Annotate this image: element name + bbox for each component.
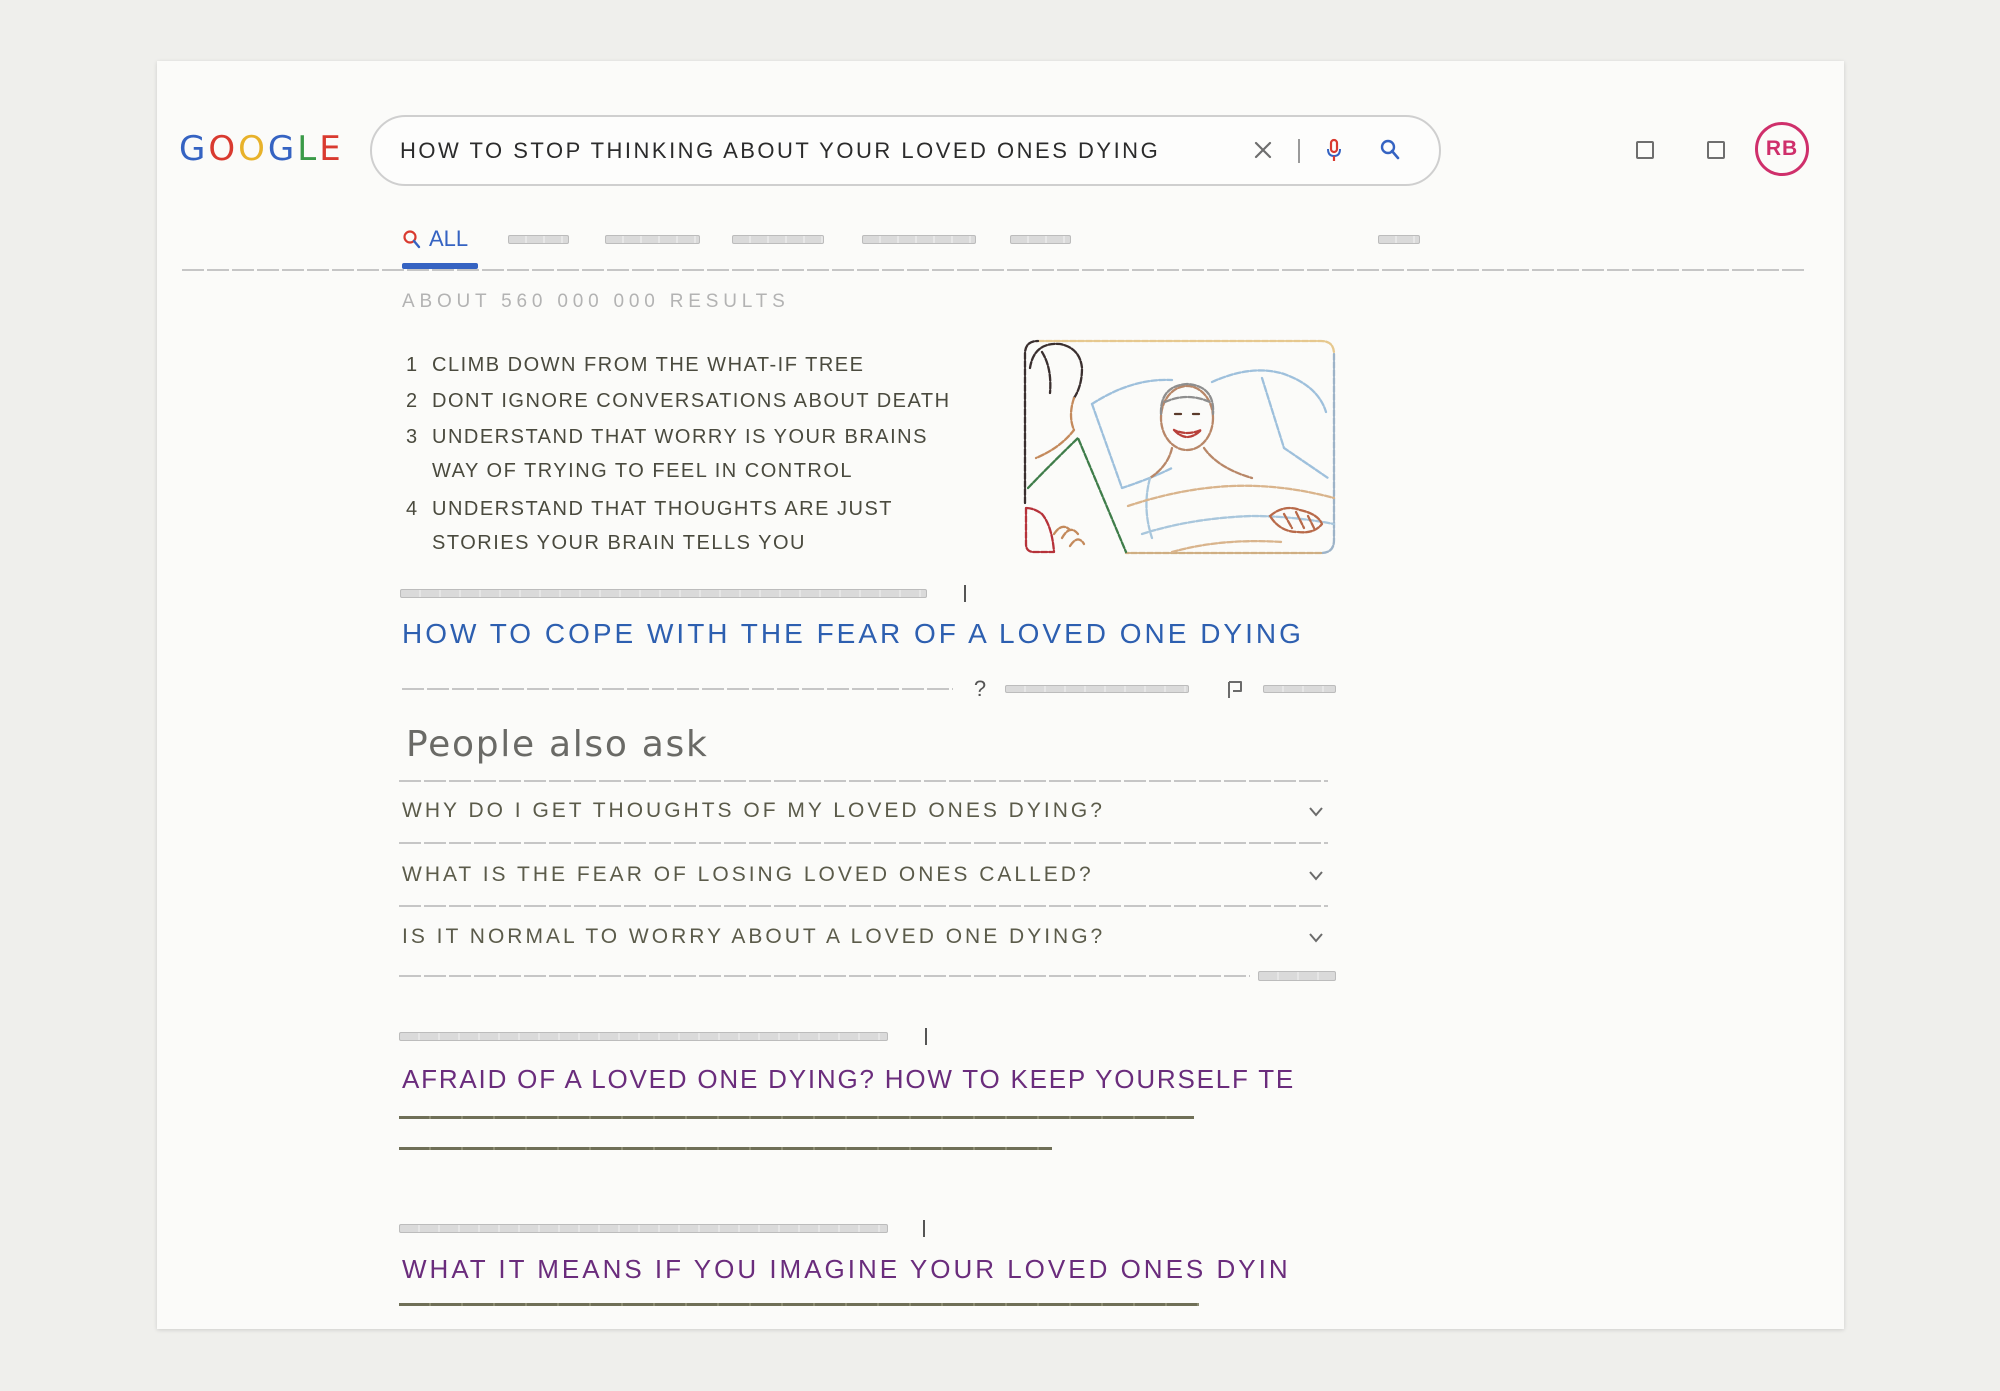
chevron-down-icon[interactable] (1306, 927, 1326, 947)
list-text: UNDERSTAND THAT WORRY IS YOUR BRAINS (432, 426, 928, 448)
search-divider (1298, 139, 1300, 163)
paa-feedback-placeholder[interactable] (1258, 971, 1336, 981)
logo-letter: E (319, 129, 344, 169)
search-icon (402, 229, 422, 249)
pillow-outline (1090, 369, 1330, 490)
search-box[interactable]: HOW TO STOP THINKING ABOUT YOUR LOVED ON… (370, 115, 1441, 186)
result-url-placeholder (399, 1224, 888, 1233)
paa-question[interactable]: WHY DO I GET THOUGHTS OF MY LOVED ONES D… (402, 796, 1105, 826)
tab-placeholder[interactable] (508, 235, 569, 244)
list-text: UNDERSTAND THAT THOUGHTS ARE JUST (432, 498, 894, 520)
result-options-icon[interactable] (923, 1220, 925, 1237)
close-icon[interactable] (1251, 138, 1275, 162)
paa-question[interactable]: WHAT IS THE FEAR OF LOSING LOVED ONES CA… (402, 860, 1094, 890)
paa-divider (399, 975, 1250, 977)
snippet-list-item: 2 DONT IGNORE CONVERSATIONS ABOUT DEATH (406, 384, 951, 418)
about-snippets-placeholder[interactable] (1005, 685, 1189, 693)
feedback-flag-icon[interactable] (1225, 679, 1245, 699)
result-description-placeholder (399, 1116, 1194, 1119)
list-number: 4 (406, 498, 419, 520)
snippet-list-item: 3 UNDERSTAND THAT WORRY IS YOUR BRAINS W… (406, 420, 928, 488)
google-logo[interactable]: GOOGLE (179, 129, 344, 169)
paa-question[interactable]: IS IT NORMAL TO WORRY ABOUT A LOVED ONE … (402, 922, 1105, 952)
list-text: STORIES YOUR BRAIN TELLS YOU (432, 532, 806, 554)
list-number: 2 (406, 390, 419, 412)
tools-tab-placeholder[interactable] (1378, 235, 1420, 244)
result-url-placeholder (400, 589, 927, 598)
search-input[interactable]: HOW TO STOP THINKING ABOUT YOUR LOVED ON… (400, 117, 1160, 184)
paa-divider (399, 905, 1328, 907)
square-icon[interactable] (1636, 141, 1654, 159)
square-icon[interactable] (1707, 141, 1725, 159)
result-url-placeholder (399, 1032, 888, 1041)
snippet-footer-line (402, 688, 953, 690)
result-title-link[interactable]: HOW TO COPE WITH THE FEAR OF A LOVED ONE… (402, 616, 1304, 652)
paa-divider (399, 842, 1328, 844)
result-title-link[interactable]: WHAT IT MEANS IF YOU IMAGINE YOUR LOVED … (402, 1251, 1291, 1287)
list-number: 1 (406, 354, 419, 376)
logo-letter: O (208, 129, 239, 169)
result-options-icon[interactable] (925, 1028, 927, 1045)
tab-placeholder[interactable] (862, 235, 976, 244)
chevron-down-icon[interactable] (1306, 865, 1326, 885)
search-icon[interactable] (1378, 138, 1402, 162)
page-canvas: GOOGLE HOW TO STOP THINKING ABOUT YOUR L… (157, 61, 1844, 1329)
result-description-placeholder (399, 1147, 1052, 1150)
result-title-link[interactable]: AFRAID OF A LOVED ONE DYING? HOW TO KEEP… (402, 1061, 1295, 1097)
avatar[interactable]: RB (1755, 122, 1809, 176)
logo-letter: O (238, 129, 268, 169)
logo-letter: G (179, 129, 209, 169)
result-options-icon[interactable] (964, 585, 966, 602)
snippet-image[interactable] (1022, 338, 1337, 556)
results-count: ABOUT 560 000 000 RESULTS (402, 291, 790, 312)
logo-letter: G (267, 129, 298, 169)
list-text: DONT IGNORE CONVERSATIONS ABOUT DEATH (432, 390, 951, 412)
people-also-ask-heading: People also ask (406, 724, 709, 765)
list-text: WAY OF TRYING TO FEEL IN CONTROL (432, 460, 854, 482)
tab-label: ALL (429, 226, 469, 251)
tab-placeholder[interactable] (1010, 235, 1071, 244)
feedback-placeholder[interactable] (1263, 685, 1336, 693)
snippet-list-item: 1 CLIMB DOWN FROM THE WHAT-IF TREE (406, 348, 864, 382)
mic-icon[interactable] (1322, 138, 1346, 162)
tab-placeholder[interactable] (605, 235, 700, 244)
list-text: CLIMB DOWN FROM THE WHAT-IF TREE (432, 354, 865, 376)
paa-divider (399, 780, 1328, 782)
patient-figure (1145, 382, 1254, 540)
help-icon[interactable]: ? (972, 675, 988, 703)
tab-placeholder[interactable] (732, 235, 824, 244)
blanket (1126, 484, 1336, 554)
logo-letter: L (297, 129, 320, 169)
result-description-placeholder (399, 1303, 1199, 1306)
snippet-list-item: 4 UNDERSTAND THAT THOUGHTS ARE JUST STOR… (406, 492, 893, 560)
list-number: 3 (406, 426, 419, 448)
header-divider (182, 269, 1805, 271)
visitor-figure (1024, 342, 1128, 554)
chevron-down-icon[interactable] (1306, 801, 1326, 821)
